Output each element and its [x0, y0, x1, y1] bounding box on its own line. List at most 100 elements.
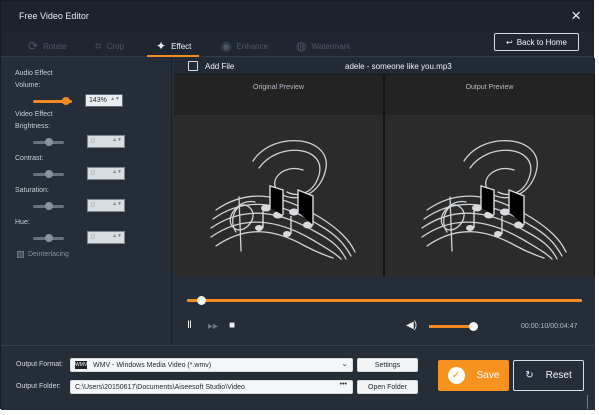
stepper-arrows-icon[interactable]: ▲▼: [112, 234, 122, 239]
current-file-name: adele - someone like you.mp3: [345, 62, 452, 71]
tab-watermark[interactable]: ◍ Watermark: [296, 36, 350, 56]
player-volume-slider[interactable]: [429, 322, 478, 331]
rotate-icon: ⟳: [28, 39, 39, 53]
contrast-slider-handle[interactable]: [45, 170, 53, 178]
contrast-value: 0: [91, 170, 95, 177]
tab-crop[interactable]: ⌗ Crop: [95, 36, 124, 56]
hue-slider-handle[interactable]: [45, 234, 53, 242]
save-button[interactable]: ✓ Save: [438, 360, 509, 391]
reset-button[interactable]: ↻ Reset: [513, 360, 584, 391]
brightness-value: 0: [91, 138, 95, 145]
output-format-select[interactable]: WMV WMV - Windows Media Video (*.wmv) ⌄: [70, 358, 353, 372]
crop-icon: ⌗: [95, 39, 102, 53]
add-file-icon: [188, 61, 198, 71]
audio-effect-heading: Audio Effect: [15, 70, 53, 77]
original-preview-title: Original Preview: [253, 84, 304, 91]
back-to-home-button[interactable]: ↩ Back to Home: [494, 33, 579, 51]
saturation-slider-handle[interactable]: [45, 202, 53, 210]
output-folder-path: C:\Users\20150617\Documents\Aiseesoft St…: [75, 383, 245, 391]
output-format-label: Output Format:: [16, 361, 64, 368]
effect-icon: ✦: [156, 39, 167, 53]
brightness-label: Brightness:: [15, 123, 51, 130]
original-preview-pane: Original Preview: [174, 75, 383, 276]
stepper-arrows-icon[interactable]: ▲▼: [112, 170, 122, 175]
brightness-slider[interactable]: [33, 138, 64, 146]
original-preview-header: [174, 75, 383, 115]
output-folder-field[interactable]: C:\Users\20150617\Documents\Aiseesoft St…: [70, 380, 353, 394]
window-title: Free Video Editor: [19, 11, 89, 21]
tab-enhance[interactable]: ◉ Enhance: [221, 36, 268, 56]
hue-value: 0: [91, 234, 95, 241]
add-file-label: Add File: [205, 61, 235, 71]
title-bar: Free Video Editor ×: [1, 1, 593, 32]
hue-stepper[interactable]: 0 ▲▼: [87, 231, 125, 244]
brightness-slider-handle[interactable]: [45, 138, 53, 146]
deinterlacing-checkbox[interactable]: [17, 251, 24, 258]
tab-effect[interactable]: ✦ Effect: [146, 36, 200, 57]
preview-area: Original Preview Output Preview: [174, 75, 595, 276]
tab-rotate[interactable]: ⟳ Rotate: [28, 36, 67, 56]
add-file-button[interactable]: Add File: [188, 61, 234, 71]
volume-value: 143%: [89, 97, 107, 104]
close-icon[interactable]: ×: [571, 7, 581, 25]
output-preview-header: [385, 75, 594, 115]
hue-label: Hue:: [15, 219, 30, 226]
stepper-arrows-icon[interactable]: ▲▼: [112, 202, 122, 207]
volume-slider-handle[interactable]: [62, 97, 70, 105]
back-arrow-icon: ↩: [506, 37, 513, 47]
editor-tabs: ⟳ Rotate ⌗ Crop ✦ Effect ◉ Enhance ◍ Wat…: [1, 32, 593, 57]
contrast-label: Contrast:: [15, 155, 44, 162]
tab-label: Crop: [106, 41, 125, 51]
contrast-stepper[interactable]: 0 ▲▼: [87, 167, 125, 180]
browse-dots-icon[interactable]: •••: [340, 381, 347, 388]
stop-icon[interactable]: ■: [229, 321, 235, 331]
saturation-value: 0: [91, 202, 95, 209]
chevron-down-icon[interactable]: ⌄: [341, 359, 348, 368]
wmv-format-icon: WMV: [75, 361, 88, 369]
video-effect-heading: Video Effect: [15, 111, 53, 118]
output-preview-pane: Output Preview: [385, 75, 594, 276]
back-to-home-label: Back to Home: [516, 37, 567, 47]
save-label: Save: [476, 370, 500, 381]
player-area: [174, 276, 595, 345]
tab-label: Effect: [171, 41, 192, 51]
brightness-stepper[interactable]: 0 ▲▼: [87, 135, 125, 148]
output-folder-label: Output Folder:: [16, 383, 61, 390]
file-header: Add File adele - someone like you.mp3: [174, 58, 595, 75]
next-frame-icon[interactable]: ▸▸: [208, 322, 218, 332]
contrast-slider[interactable]: [33, 170, 64, 178]
watermark-icon: ◍: [296, 39, 307, 53]
playback-progress-slider[interactable]: [187, 296, 582, 305]
playback-progress-handle[interactable]: [197, 296, 206, 305]
settings-button[interactable]: Settings: [357, 358, 418, 372]
player-volume-handle[interactable]: [469, 322, 478, 331]
reset-icon: ↻: [525, 370, 534, 381]
volume-icon[interactable]: ◀): [406, 321, 417, 331]
stepper-arrows-icon[interactable]: ▲▼: [110, 97, 120, 102]
tab-label: Enhance: [236, 41, 269, 51]
check-icon: ✓: [447, 367, 465, 384]
volume-slider[interactable]: [33, 97, 72, 105]
stepper-arrows-icon[interactable]: ▲▼: [112, 138, 122, 143]
volume-stepper[interactable]: 143% ▲▼: [85, 94, 123, 107]
volume-label: Volume:: [15, 82, 41, 89]
saturation-stepper[interactable]: 0 ▲▼: [87, 199, 125, 212]
pause-icon[interactable]: Ⅱ: [187, 321, 192, 331]
music-notes-artwork: [210, 140, 356, 260]
playback-time: 00:00:10/00:04:47: [521, 323, 578, 330]
enhance-icon: ◉: [221, 39, 232, 53]
deinterlacing-label: Deinterlacing: [28, 251, 69, 258]
open-folder-button[interactable]: Open Folder: [357, 380, 418, 394]
saturation-slider[interactable]: [33, 202, 64, 210]
tab-label: Rotate: [43, 41, 67, 51]
window-edge-line: [587, 395, 588, 409]
music-notes-artwork: [421, 140, 567, 260]
output-format-value: WMV - Windows Media Video (*.wmv): [93, 361, 212, 369]
saturation-label: Saturation:: [15, 187, 49, 194]
tab-label: Watermark: [311, 41, 351, 51]
output-preview-title: Output Preview: [465, 84, 514, 91]
hue-slider[interactable]: [33, 234, 64, 242]
free-video-editor-window: Free Video Editor × ⟳ Rotate ⌗ Crop ✦ Ef…: [0, 0, 595, 410]
reset-label: Reset: [545, 370, 572, 381]
effect-settings-panel: Audio Effect Volume: 143% ▲▼ Video Effec…: [1, 58, 172, 343]
